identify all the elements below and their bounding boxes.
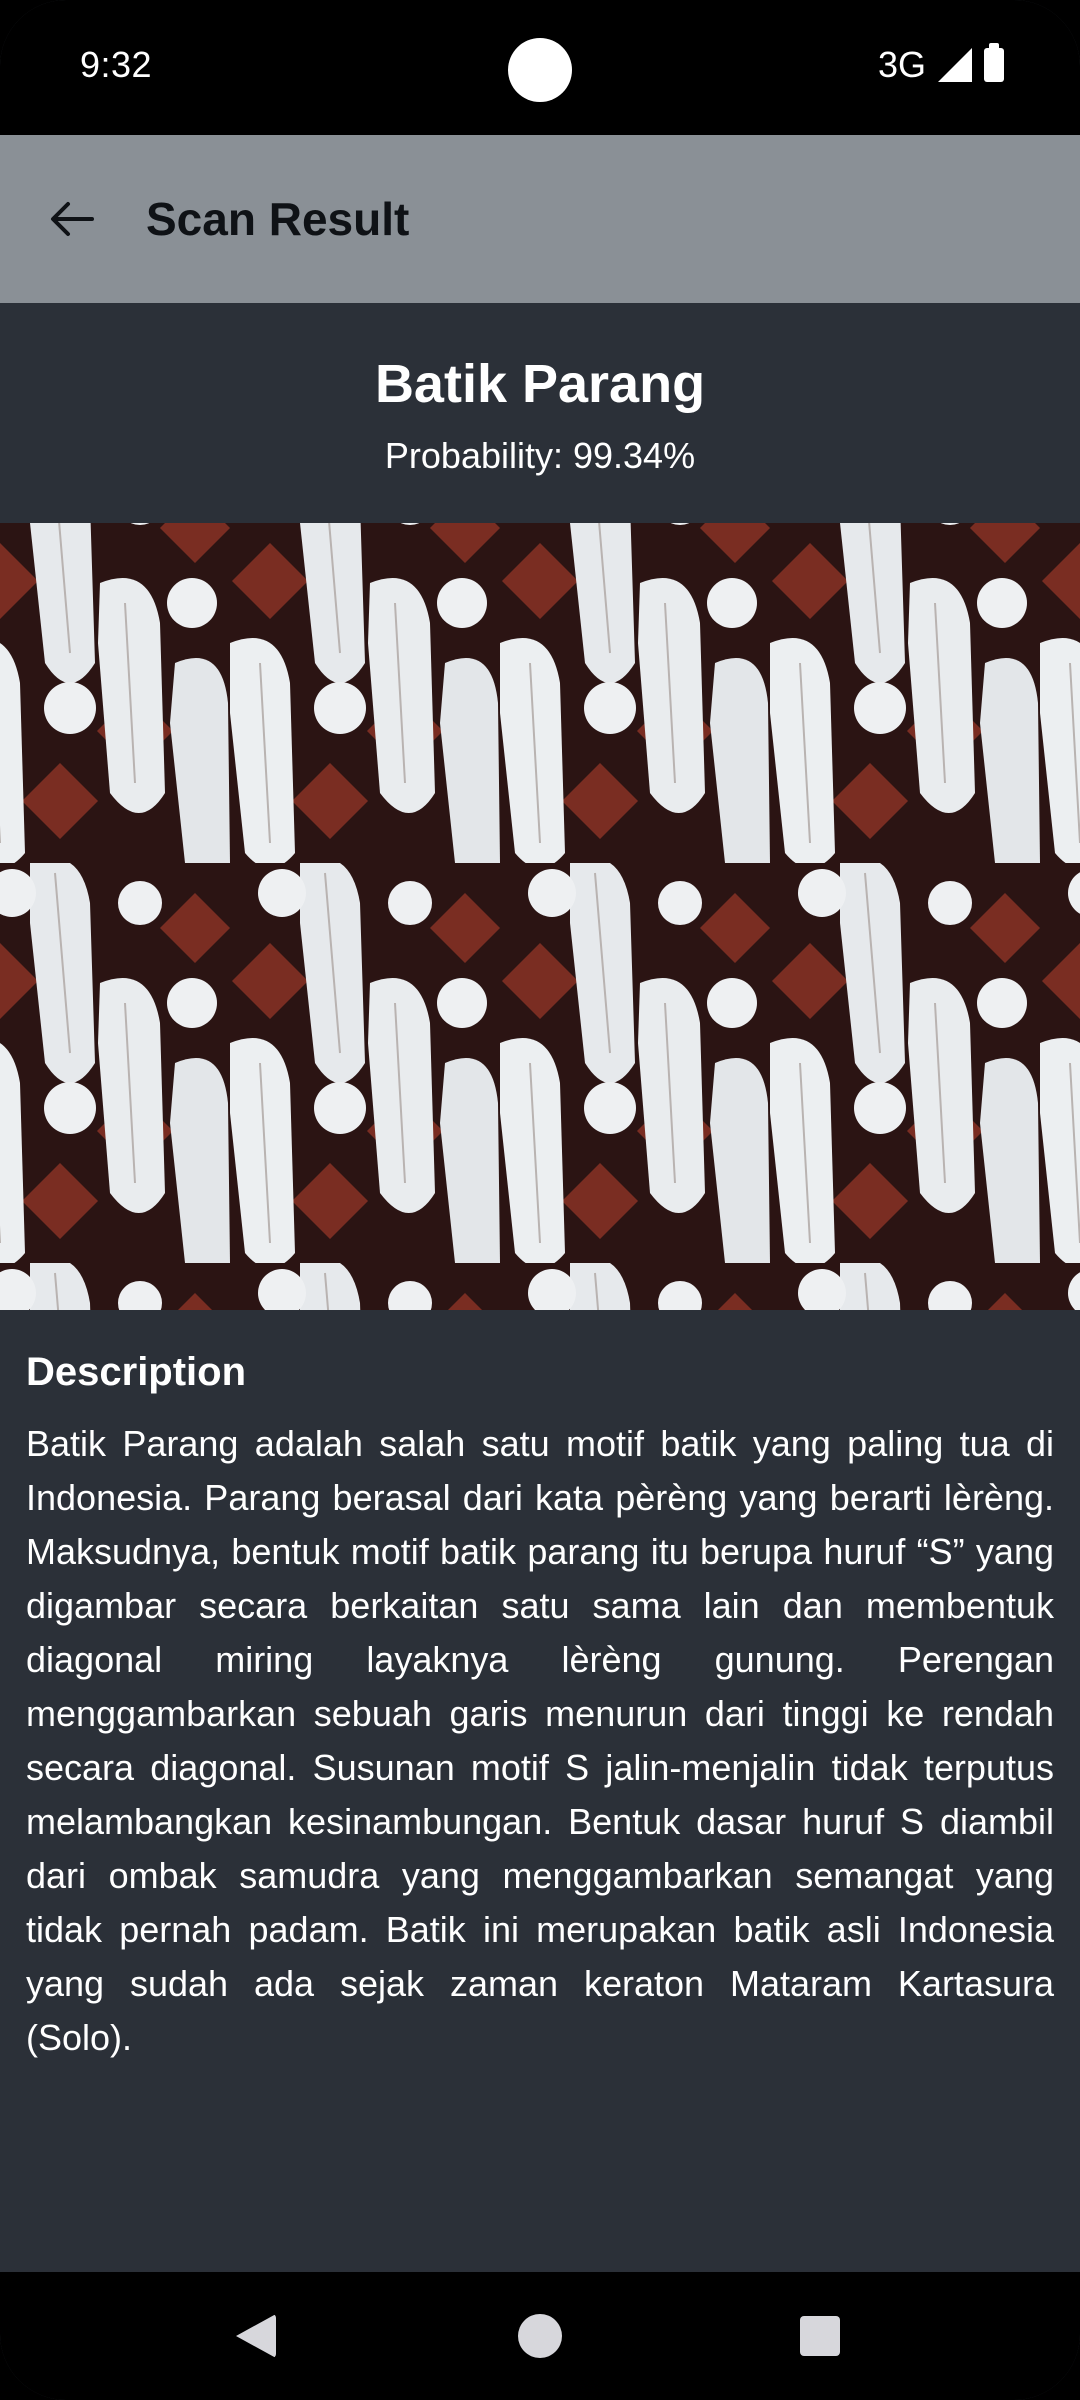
status-indicators: 3G: [877, 43, 1004, 86]
app-bar: Scan Result: [0, 135, 1080, 303]
description-heading: Description: [26, 1350, 247, 1394]
batik-parang-photo: [0, 523, 1080, 1310]
description-text: Batik Parang adalah salah satu motif bat…: [26, 1423, 1054, 2058]
nav-home-icon[interactable]: [518, 2314, 562, 2358]
page-title: Scan Result: [146, 193, 410, 245]
nav-recents-icon[interactable]: [800, 2316, 840, 2356]
camera-cutout: [508, 38, 572, 102]
result-probability: Probability: 99.34%: [384, 435, 696, 476]
battery-icon: [984, 43, 1004, 82]
description-section: Description Batik Parang adalah salah sa…: [26, 1350, 1054, 2065]
status-bar: 9:32 3G: [0, 0, 1080, 135]
system-nav-bar: [0, 2272, 1080, 2400]
status-time: 9:32: [80, 44, 153, 85]
signal-icon: [938, 48, 972, 82]
nav-back-icon[interactable]: [236, 2314, 276, 2358]
phone-screen: 9:32 3G Scan Result Batik Parang Probabi…: [0, 0, 1080, 2400]
network-type: 3G: [877, 44, 926, 85]
arrow-left-icon: [51, 202, 94, 236]
result-header: Batik Parang Probability: 99.34%: [0, 303, 1080, 523]
result-title: Batik Parang: [374, 354, 706, 414]
back-button[interactable]: [22, 169, 122, 269]
